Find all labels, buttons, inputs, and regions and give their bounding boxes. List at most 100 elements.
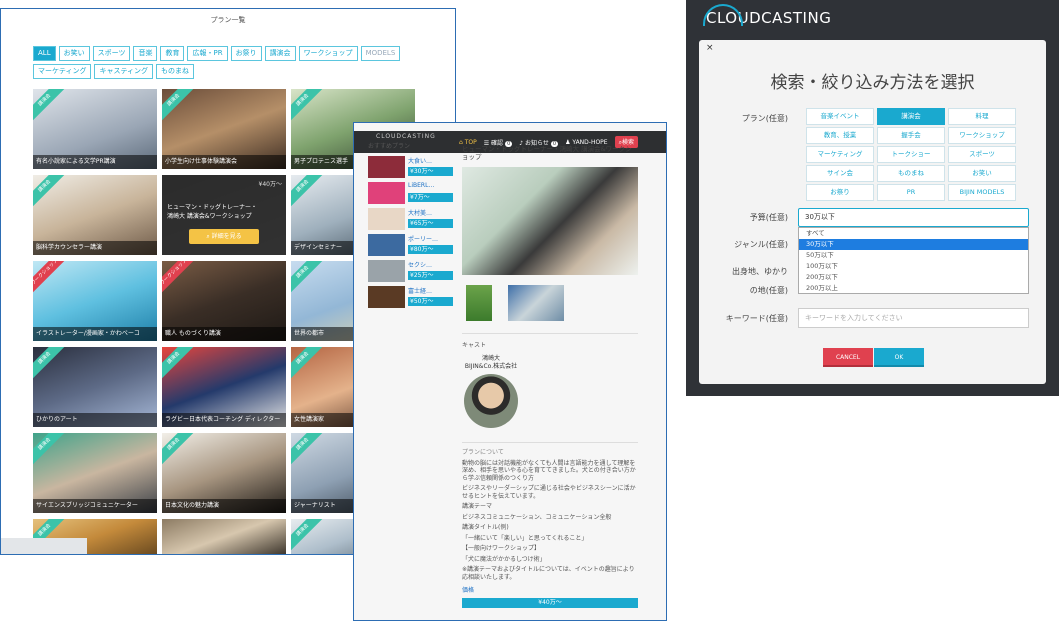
- budget-label: 予算(任意): [749, 213, 788, 222]
- budget-option[interactable]: 200万以下: [799, 272, 1028, 283]
- plan-option-button[interactable]: 握手会: [877, 127, 945, 144]
- sidebar-heading: おすすめプラン: [368, 143, 411, 150]
- plan-tile[interactable]: 講演会 ラグビー日本代表コーチング ディレクター: [162, 347, 286, 427]
- plan-option-button[interactable]: 講演会: [877, 108, 945, 125]
- plan-hover-overlay: ¥40万〜 ヒューマン・ドッグトレーナー・鴻崎大 講演会&ワークショップ ⌕ 詳細を…: [162, 175, 286, 255]
- plan-detail-window: CLOUDCASTING ⌂ TOP ☰ 確認 0 ♪ お知らせ 0 ♟ YAND-…: [353, 122, 667, 621]
- horizontal-scrollbar[interactable]: [1, 538, 87, 554]
- recommended-item[interactable]: ポーリー… ¥80万〜: [368, 234, 458, 258]
- origin-label-line1: 出身地、ゆかり: [732, 267, 788, 276]
- filter-chip[interactable]: ALL: [33, 46, 56, 61]
- recommended-item[interactable]: 大食い… ¥30万〜: [368, 156, 458, 180]
- plan-caption: イラストレーター/漫画家・かわべーコ: [33, 327, 157, 341]
- recommended-item[interactable]: 大村美… ¥65万〜: [368, 208, 458, 232]
- plan-option-button[interactable]: BIJIN MODELS: [948, 184, 1016, 201]
- plan-category-ribbon: 講演会: [291, 175, 327, 211]
- search-modal: × 検索・絞り込み方法を選択 プラン(任意) 音楽イベント 講演会 料理 教育、授業握…: [699, 40, 1046, 384]
- plan-tile[interactable]: ワークショップ イラストレーター/漫画家・かわべーコ: [33, 261, 157, 341]
- budget-option[interactable]: 50万以下: [799, 250, 1028, 261]
- budget-select[interactable]: 30万以下: [798, 208, 1029, 227]
- plan-option-button[interactable]: スポーツ: [948, 146, 1016, 163]
- about-text: 「犬に魔法がかかるしつけ術」: [462, 555, 546, 563]
- plan-tile[interactable]: 講演会 脳科学カウンセラー講演: [33, 175, 157, 255]
- plan-option-button[interactable]: ワークショップ: [948, 127, 1016, 144]
- cloud-icon: [703, 4, 743, 26]
- recommended-name: 大食い…: [408, 158, 433, 165]
- filter-chip[interactable]: マーケティング: [33, 64, 92, 79]
- plan-option-button[interactable]: ものまね: [877, 165, 945, 182]
- recommended-item[interactable]: セクシ… ¥25万〜: [368, 260, 458, 284]
- thumbnail-book[interactable]: [466, 285, 492, 321]
- plan-option-button[interactable]: 教育、授業: [806, 127, 874, 144]
- cast-card[interactable]: 鴻崎大 BIJIN&Co.株式会社: [462, 355, 520, 428]
- plan-overlay-title: ヒューマン・ドッグトレーナー・鴻崎大 講演会&ワークショップ: [167, 204, 258, 220]
- plan-option-button[interactable]: お笑い: [948, 165, 1016, 182]
- recommended-name: 大村美…: [408, 210, 433, 217]
- plan-option-button[interactable]: 料理: [948, 108, 1016, 125]
- about-text: 【一般向けワークショップ】: [462, 545, 541, 552]
- recommended-price: ¥50万〜: [408, 297, 453, 306]
- brand-logo: CLOUDCASTING: [703, 4, 831, 27]
- close-icon[interactable]: ×: [706, 43, 714, 53]
- plan-tile[interactable]: ¥40万〜 ヒューマン・ドッグトレーナー・鴻崎大 講演会&ワークショップ ⌕ 詳細を…: [162, 175, 286, 255]
- plan-category-ribbon: 講演会: [162, 89, 198, 125]
- plan-tile[interactable]: ワークショップ 職人 ものづくり講演: [162, 261, 286, 341]
- filter-chip[interactable]: 教育: [160, 46, 185, 61]
- plan-category-ribbon: 講演会: [162, 433, 198, 469]
- budget-dropdown: すべて 30万以下 50万以下 100万以下 200万以下 200万以上: [798, 227, 1029, 294]
- recommended-name: LiBERL…: [408, 182, 435, 189]
- recommended-name: ポーリー…: [408, 236, 439, 243]
- price-bar: ¥40万〜: [462, 598, 638, 608]
- plan-option-button[interactable]: 音楽イベント: [806, 108, 874, 125]
- keyword-label: キーワード(任意): [725, 314, 788, 323]
- plan-category-ribbon: 講演会: [33, 347, 69, 383]
- budget-option[interactable]: 200万以上: [799, 283, 1028, 294]
- plan-tile[interactable]: 講演会サイエンスブリッジコミュニケーター: [33, 433, 157, 513]
- recommended-thumb: [368, 286, 405, 308]
- cast-avatar: [464, 374, 518, 428]
- recommended-info: LiBERL… ¥7万〜: [408, 182, 453, 206]
- budget-option[interactable]: 100万以下: [799, 261, 1028, 272]
- thumbnail-photo[interactable]: [508, 285, 564, 321]
- plan-caption: 脳科学カウンセラー講演: [33, 241, 157, 255]
- plan-option-button[interactable]: PR: [877, 184, 945, 201]
- filter-chip[interactable]: スポーツ: [92, 46, 131, 61]
- plan-category-ribbon: 講演会: [33, 433, 69, 469]
- filter-chip[interactable]: お祭り: [230, 46, 262, 61]
- plan-option-button[interactable]: お祭り: [806, 184, 874, 201]
- cancel-button[interactable]: CANCEL: [823, 348, 873, 367]
- plan-tile[interactable]: 講演会 日本文化の魅力講演: [162, 433, 286, 513]
- view-detail-button[interactable]: ⌕ 詳細を見る: [189, 229, 259, 244]
- plan-label: プラン(任意): [741, 114, 788, 123]
- plan-option-button[interactable]: マーケティング: [806, 146, 874, 163]
- filter-chip[interactable]: キャスティング: [94, 64, 154, 79]
- ok-button[interactable]: OK: [874, 348, 924, 367]
- budget-option[interactable]: 30万以下: [799, 239, 1028, 250]
- plan-tile[interactable]: 講演会 小学生向け仕事体験講演会: [162, 89, 286, 169]
- plan-option-button[interactable]: トークショー: [877, 146, 945, 163]
- filter-chip[interactable]: 音楽: [133, 46, 158, 61]
- filter-chip[interactable]: MODELS: [360, 46, 401, 61]
- genre-label: ジャンル(任意): [734, 240, 788, 249]
- budget-option[interactable]: すべて: [799, 228, 1028, 239]
- keyword-input[interactable]: キーワードを入力してください: [798, 308, 1029, 328]
- recommended-item[interactable]: LiBERL… ¥7万〜: [368, 182, 458, 206]
- filter-chip[interactable]: 広報・PR: [187, 46, 228, 61]
- plan-tile[interactable]: 講演会 有名小說家による文学PR講演: [33, 89, 157, 169]
- filter-chip[interactable]: 講演会: [264, 46, 296, 61]
- plan-tile[interactable]: 講演会 ひかりのアート: [33, 347, 157, 427]
- origin-label-line2: の地(任意): [749, 286, 788, 295]
- plan-options: 音楽イベント 講演会 料理教育、授業 握手会 ワークショップマーケティング トークショース…: [806, 108, 1020, 201]
- plan-option-button[interactable]: サイン会: [806, 165, 874, 182]
- recommended-sidebar: おすすめプラン 大食い… ¥30万〜 LiBERL… ¥7万〜 大村美… ¥65万〜 ポーリ…: [368, 141, 458, 312]
- filter-chip[interactable]: ものまね: [156, 64, 195, 79]
- filter-chip[interactable]: お笑い: [58, 46, 90, 61]
- about-section: プランについて 動物の脳には対話機能がなくても人間は言語能力を通して理解を深め、…: [462, 442, 638, 608]
- filter-chip[interactable]: ワークショップ: [298, 46, 358, 61]
- plan-category-ribbon: 講演会: [291, 519, 327, 554]
- plan-hero-image: [462, 167, 638, 275]
- plan-caption: サイエンスブリッジコミュニケーター: [33, 499, 157, 513]
- plan-tile[interactable]: [162, 519, 286, 554]
- recommended-thumb: [368, 182, 405, 204]
- recommended-item[interactable]: 富士経… ¥50万〜: [368, 286, 458, 310]
